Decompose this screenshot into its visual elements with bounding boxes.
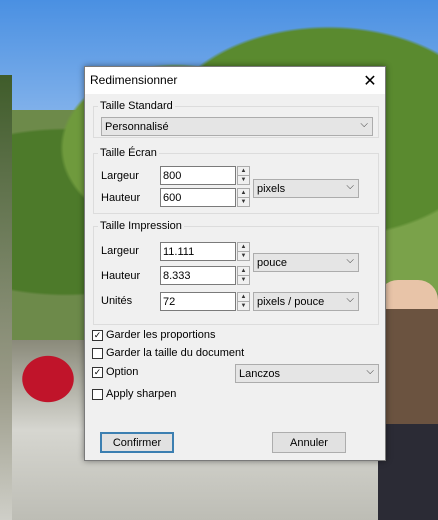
chevron-down-icon: ⌵ — [346, 294, 354, 305]
person — [378, 280, 438, 520]
arrow-down-icon[interactable]: ▼ — [238, 252, 249, 260]
resolution-input[interactable]: 72 — [160, 292, 236, 311]
keep-proportions-checkbox[interactable]: ✓ Garder les proportions — [92, 329, 215, 341]
apply-sharpen-checkbox[interactable]: Apply sharpen — [92, 388, 176, 400]
resolution-label: Unités — [101, 295, 133, 307]
screen-height-label: Hauteur — [101, 192, 141, 204]
checkmark-icon: ✓ — [92, 329, 103, 341]
arrow-up-icon[interactable]: ▲ — [238, 267, 249, 276]
chevron-down-icon: ⌵ — [360, 119, 368, 130]
option-label: Option — [106, 366, 139, 378]
print-unit-select[interactable]: pouce ⌵ — [253, 253, 359, 272]
option-checkbox[interactable]: ✓ Option — [92, 366, 138, 378]
title-bar[interactable]: Redimensionner ✕ — [85, 67, 385, 94]
arrow-up-icon[interactable]: ▲ — [238, 243, 249, 252]
standard-size-legend: Taille Standard — [100, 100, 173, 112]
arrow-down-icon[interactable]: ▼ — [238, 198, 249, 206]
standard-size-select[interactable]: Personnalisé ⌵ — [101, 117, 373, 136]
motorcycle — [8, 355, 88, 415]
arrow-down-icon[interactable]: ▼ — [238, 302, 249, 310]
print-height-stepper[interactable]: ▲ ▼ — [237, 266, 250, 285]
resize-dialog: Redimensionner ✕ Taille Standard Personn… — [84, 66, 386, 461]
arrow-up-icon[interactable]: ▲ — [238, 293, 249, 302]
chevron-down-icon: ⌵ — [366, 366, 374, 377]
left-strip — [0, 75, 12, 520]
keep-proportions-label: Garder les proportions — [106, 329, 216, 341]
filter-value: Lanczos — [239, 368, 280, 380]
arrow-down-icon[interactable]: ▼ — [238, 276, 249, 284]
confirm-button[interactable]: Confirmer — [100, 432, 174, 453]
close-icon[interactable]: ✕ — [355, 67, 385, 94]
apply-sharpen-label: Apply sharpen — [106, 388, 177, 400]
screen-size-legend: Taille Écran — [100, 147, 157, 159]
keep-document-size-label: Garder la taille du document — [106, 347, 245, 359]
arrow-up-icon[interactable]: ▲ — [238, 167, 249, 176]
keep-document-size-checkbox[interactable]: Garder la taille du document — [92, 347, 244, 359]
resolution-stepper[interactable]: ▲ ▼ — [237, 292, 250, 311]
print-size-legend: Taille Impression — [100, 220, 182, 232]
checkbox-empty-icon — [92, 347, 103, 359]
screen-unit-select[interactable]: pixels ⌵ — [253, 179, 359, 198]
screen-height-input[interactable]: 600 — [160, 188, 236, 207]
checkbox-empty-icon — [92, 388, 103, 400]
screen-height-stepper[interactable]: ▲ ▼ — [237, 188, 250, 207]
filter-select[interactable]: Lanczos ⌵ — [235, 364, 379, 383]
arrow-up-icon[interactable]: ▲ — [238, 189, 249, 198]
resolution-value: 72 — [163, 296, 176, 308]
print-height-label: Hauteur — [101, 270, 141, 282]
arrow-down-icon[interactable]: ▼ — [238, 176, 249, 184]
chevron-down-icon: ⌵ — [346, 181, 354, 192]
print-width-input[interactable]: 11.111 — [160, 242, 236, 261]
screen-unit-value: pixels — [257, 183, 286, 195]
checkmark-icon: ✓ — [92, 366, 103, 378]
cancel-button[interactable]: Annuler — [272, 432, 346, 453]
print-width-stepper[interactable]: ▲ ▼ — [237, 242, 250, 261]
screen-width-value: 800 — [163, 170, 182, 182]
resolution-unit-value: pixels / pouce — [257, 296, 325, 308]
print-height-value: 8.333 — [163, 270, 191, 282]
print-unit-value: pouce — [257, 257, 287, 269]
screen-width-stepper[interactable]: ▲ ▼ — [237, 166, 250, 185]
standard-size-value: Personnalisé — [105, 121, 169, 133]
print-width-value: 11.111 — [163, 246, 195, 258]
screen-width-input[interactable]: 800 — [160, 166, 236, 185]
print-height-input[interactable]: 8.333 — [160, 266, 236, 285]
chevron-down-icon: ⌵ — [346, 255, 354, 266]
dialog-title: Redimensionner — [90, 73, 178, 87]
screen-height-value: 600 — [163, 192, 182, 204]
resolution-unit-select[interactable]: pixels / pouce ⌵ — [253, 292, 359, 311]
screen-width-label: Largeur — [101, 170, 139, 182]
print-width-label: Largeur — [101, 245, 139, 257]
